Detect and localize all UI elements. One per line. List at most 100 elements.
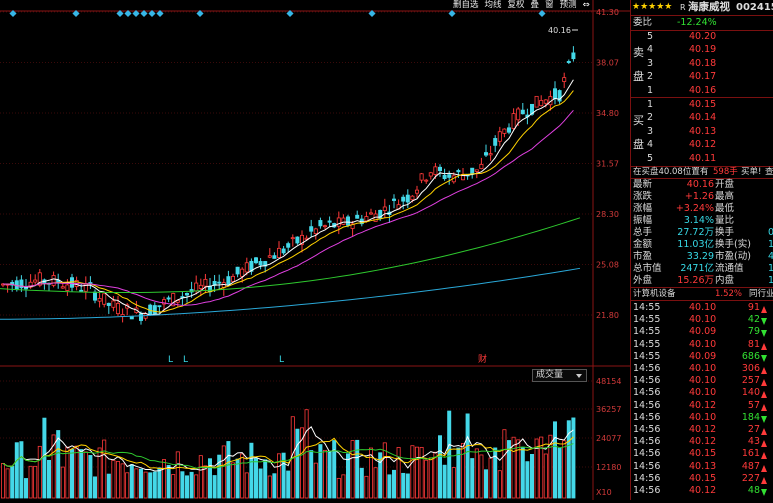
tick-time: 14:55	[633, 326, 661, 338]
sector-pct: 1.52%	[715, 289, 743, 299]
volume-bar	[244, 472, 249, 499]
candle-body	[83, 283, 88, 292]
marker-l[interactable]: L	[168, 355, 173, 365]
candle-body	[235, 266, 240, 275]
toolbar-item[interactable]: 删自选	[450, 0, 482, 11]
candle-body	[447, 174, 452, 178]
candle-body	[226, 276, 231, 285]
volume-bar	[286, 470, 291, 499]
order-price: 40.12	[689, 139, 717, 151]
quote-label: 金额	[633, 239, 653, 250]
order-level: 2	[647, 71, 654, 83]
volume-bar	[28, 465, 33, 499]
volume-tick-label: 36257	[596, 405, 621, 414]
order-note-text: 在买盘40.08位置有	[633, 167, 709, 177]
toolbar-item[interactable]: 窗	[542, 0, 557, 11]
order-note-button[interactable]: 买单!	[741, 167, 761, 178]
marker-l[interactable]: L	[183, 355, 188, 365]
order-row[interactable]: 4 40.12	[631, 139, 773, 150]
order-row[interactable]: 1 40.15	[631, 99, 773, 110]
tick-row: 14:55 40.10 81	[631, 339, 773, 350]
order-row[interactable]: 5 40.11	[631, 153, 773, 164]
candle-body	[391, 198, 396, 201]
order-price: 40.17	[689, 71, 717, 83]
order-note: 在买盘40.08位置有 598手 买单! 查看	[631, 167, 773, 178]
volume-bar	[557, 447, 562, 499]
tick-row: 14:55 40.09 686	[631, 351, 773, 362]
marker-l[interactable]: L	[279, 355, 284, 365]
tick-time: 14:56	[633, 411, 661, 423]
stock-name: 海康威视	[688, 1, 730, 13]
tick-volume: 686	[741, 350, 760, 362]
indicator-select[interactable]: 成交量	[532, 369, 587, 382]
volume-bar	[391, 469, 396, 499]
candle-body	[562, 77, 567, 82]
candle-body	[419, 173, 424, 181]
sector-row[interactable]: 计算机设备 1.52% 同行业	[631, 289, 773, 300]
order-row[interactable]: 2 40.14	[631, 112, 773, 123]
order-level: 5	[647, 152, 654, 164]
candle-body	[276, 247, 281, 258]
tick-price: 40.10	[689, 314, 717, 326]
weibi-label: 委比	[633, 17, 653, 28]
tick-price: 40.09	[689, 350, 717, 362]
toolbar-item[interactable]: 预测	[557, 0, 580, 11]
volume-bar	[203, 465, 208, 499]
toolbar-item[interactable]: 复权	[505, 0, 528, 11]
order-row[interactable]: 2 40.17	[631, 71, 773, 82]
volume-bar	[148, 472, 153, 499]
volume-bar	[226, 441, 231, 499]
candle-body	[286, 243, 291, 248]
candle-body	[382, 206, 387, 212]
volume-bar	[37, 445, 42, 499]
candle-body	[102, 293, 107, 305]
volume-bar	[272, 473, 277, 499]
order-row[interactable]: 3 40.18	[631, 58, 773, 69]
volume-bar	[309, 450, 314, 499]
order-row[interactable]: 3 40.13	[631, 126, 773, 137]
volume-bar	[65, 446, 70, 499]
sector-label[interactable]: 同行业	[749, 289, 773, 300]
order-row[interactable]: 1 40.16	[631, 85, 773, 96]
candle-body	[33, 279, 38, 283]
order-level: 5	[647, 31, 654, 42]
toolbar-item[interactable]: 叠	[528, 0, 543, 11]
order-level: 1	[647, 84, 654, 96]
order-row[interactable]: 4 40.19	[631, 44, 773, 55]
volume-bar	[428, 457, 433, 499]
quote-label: 市盈	[633, 251, 653, 262]
volume-bar	[470, 458, 475, 499]
candle-body	[93, 291, 98, 301]
order-row[interactable]: 5 40.20	[631, 31, 773, 42]
candle-body	[272, 255, 277, 259]
volume-bar	[157, 467, 162, 499]
candle-body	[281, 248, 286, 254]
volume-bar	[74, 445, 79, 499]
side-label: 盘	[633, 138, 644, 151]
sector-name: 计算机设备	[633, 289, 676, 299]
quote-label-2: 开盘	[715, 179, 735, 190]
volume-bar	[474, 448, 479, 499]
volume-bar	[93, 476, 98, 499]
quote-label-2: 量比	[715, 215, 735, 226]
candle-body	[295, 236, 300, 244]
kline-chart[interactable]: 41.30 38.07 34.80 31.57 28.30 25.08 21.80 48154…	[0, 0, 630, 500]
kline-chart-area[interactable]: 41.30 38.07 34.80 31.57 28.30 25.08 21.80 48154…	[0, 0, 630, 500]
tick-time: 14:55	[633, 338, 661, 350]
volume-tick-label: 12180	[596, 463, 621, 472]
quote-label-2: 最低	[715, 203, 735, 214]
volume-bar	[437, 435, 442, 499]
candle-body	[414, 189, 419, 194]
volume-bar	[60, 466, 65, 499]
volume-bar	[19, 441, 24, 499]
candle-body	[60, 286, 65, 289]
finance-marker[interactable]: 财	[478, 353, 487, 365]
order-view-button[interactable]: 查看	[765, 167, 773, 178]
toolbar-item[interactable]: 均线	[482, 0, 505, 11]
tick-row: 14:56 40.10 306	[631, 363, 773, 374]
price-tick-label: 31.57	[596, 160, 619, 169]
volume-bar	[184, 475, 189, 499]
quote-label: 总手	[633, 227, 653, 238]
price-tick-label: 38.07	[596, 59, 619, 68]
toolbar-item[interactable]: ⇔	[580, 0, 593, 11]
